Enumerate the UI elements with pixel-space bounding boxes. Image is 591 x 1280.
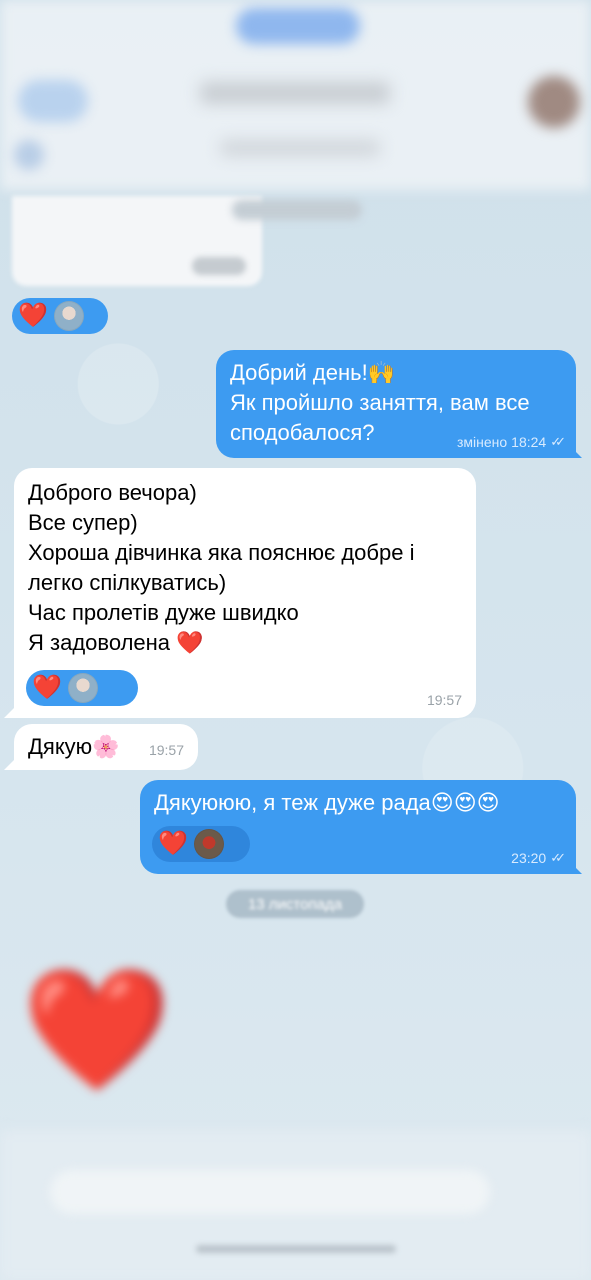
message-time: 18:24 — [511, 434, 547, 450]
status-pill — [236, 8, 360, 44]
message-line: Я задоволена ❤️ — [28, 630, 204, 655]
message-meta: змінено 18:24 ✓✓ — [457, 434, 566, 450]
chat-subtitle — [220, 140, 380, 156]
back-button[interactable] — [18, 80, 88, 122]
reaction-avatar — [193, 829, 224, 859]
message-line: Хороша дівчинка яка пояснює добре і — [28, 540, 415, 565]
message-line: Все супер) — [28, 510, 138, 535]
reaction-avatar — [67, 673, 98, 703]
message-time: 19:57 — [148, 742, 184, 758]
message-input[interactable] — [50, 1170, 490, 1214]
message-meta: 19:57 — [149, 742, 184, 758]
earlier-reaction-pill[interactable]: ❤️ — [12, 298, 108, 334]
contact-avatar[interactable] — [528, 76, 580, 128]
earlier-date-separator — [232, 200, 362, 220]
heart-sticker[interactable]: ❤️ — [22, 970, 171, 1090]
chat-title — [200, 82, 390, 104]
heart-reaction-icon: ❤️ — [158, 830, 188, 857]
heart-reaction-icon: ❤️ — [18, 302, 48, 329]
message-line: Як пройшло заняття, вам все — [230, 390, 530, 415]
pinned-icon[interactable] — [14, 140, 44, 170]
reaction-pill[interactable]: ❤️ — [152, 826, 250, 862]
date-separator: 13 листопада — [226, 890, 364, 918]
earlier-message-time — [192, 257, 246, 275]
message-time: 23:20 — [511, 850, 547, 866]
incoming-message[interactable]: Доброго вечора) Все супер) Хороша дівчин… — [14, 468, 476, 718]
message-line: Дякуююю, я теж дуже рада😍😍😍 — [154, 790, 500, 815]
reaction-avatar — [53, 301, 84, 331]
outgoing-message[interactable]: Добрий день!🙌 Як пройшло заняття, вам вс… — [216, 350, 576, 458]
message-meta: 19:57 — [427, 692, 462, 708]
read-checks-icon: ✓✓ — [550, 850, 566, 865]
message-time: 19:57 — [426, 692, 462, 708]
reaction-pill[interactable]: ❤️ — [26, 670, 138, 706]
message-line: Час пролетів дуже швидко — [28, 600, 299, 625]
heart-reaction-icon: ❤️ — [32, 674, 62, 701]
message-line: легко спілкуватись) — [28, 570, 227, 595]
outgoing-message[interactable]: Дякуююю, я теж дуже рада😍😍😍 ❤️ 23:20 ✓✓ — [140, 780, 576, 874]
message-line: Доброго вечора) — [28, 480, 197, 505]
home-indicator — [196, 1245, 396, 1253]
read-checks-icon: ✓✓ — [550, 434, 566, 449]
message-line: Добрий день!🙌 — [230, 360, 396, 385]
incoming-message[interactable]: Дякую🌸 19:57 — [14, 724, 198, 770]
message-meta: 23:20 ✓✓ — [511, 850, 566, 866]
edited-label: змінено — [456, 434, 508, 450]
